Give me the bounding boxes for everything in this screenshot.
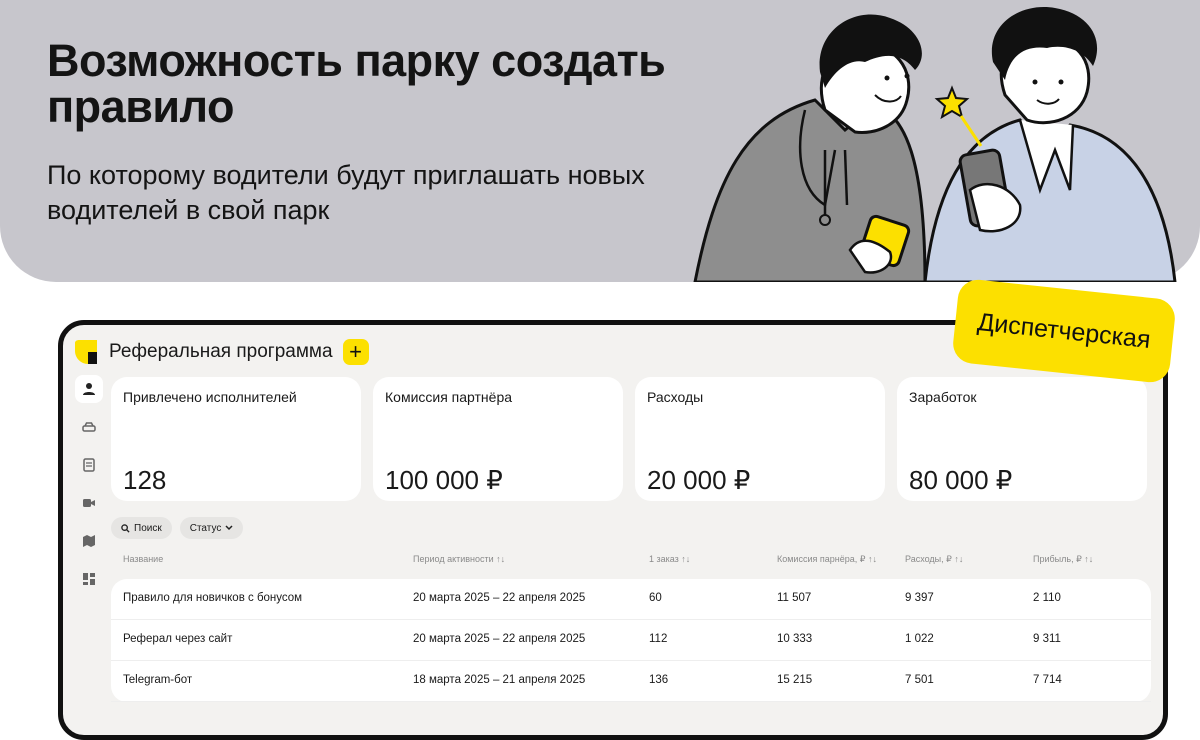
- cell-expenses: 1 022: [905, 633, 934, 645]
- sidebar-item-video[interactable]: [75, 489, 103, 517]
- two-people-with-phones-illustration: [693, 7, 1177, 282]
- stat-card-expenses: Расходы 20 000 ₽: [635, 377, 885, 501]
- status-filter-label: Статус: [189, 522, 222, 534]
- sidebar-item-dashboard[interactable]: [75, 565, 103, 593]
- user-icon: [83, 383, 95, 395]
- hero-banner: Возможность парку создать правило По кот…: [0, 0, 1200, 282]
- sidebar-item-cars[interactable]: [75, 413, 103, 441]
- filter-bar: Поиск Статус: [111, 517, 244, 539]
- stat-label: Расходы: [647, 389, 704, 405]
- document-icon: [83, 458, 95, 472]
- stat-value: 100 000 ₽: [385, 465, 503, 495]
- cell-commission: 11 507: [777, 592, 812, 604]
- column-header-period[interactable]: Период активности ↑↓: [413, 554, 505, 564]
- column-header-first-order[interactable]: 1 заказ ↑↓: [649, 554, 690, 564]
- stat-label: Привлечено исполнителей: [123, 389, 297, 405]
- cell-commission: 15 215: [777, 674, 813, 686]
- stat-label: Заработок: [909, 389, 977, 405]
- stat-card-commission: Комиссия партнёра 100 000 ₽: [373, 377, 623, 501]
- table-body: Правило для новичков с бонусом 20 марта …: [111, 579, 1151, 702]
- cell-commission: 10 333: [777, 633, 813, 645]
- table-row[interactable]: Правило для новичков с бонусом 20 марта …: [111, 579, 1151, 620]
- stat-card-recruited: Привлечено исполнителей 128: [111, 377, 361, 501]
- stat-card-earnings: Заработок 80 000 ₽: [897, 377, 1147, 501]
- car-icon: [82, 422, 96, 432]
- cell-profit: 7 714: [1033, 674, 1062, 686]
- cell-expenses: 7 501: [905, 674, 934, 686]
- hero-title: Возможность парку создать правило: [47, 35, 666, 132]
- cell-name: Реферал через сайт: [123, 633, 233, 645]
- column-header-name[interactable]: Название: [123, 554, 163, 564]
- cell-period: 20 марта 2025 – 22 апреля 2025: [413, 592, 586, 604]
- add-rule-button[interactable]: +: [342, 339, 369, 365]
- stat-value: 128: [123, 465, 167, 495]
- sidebar-item-map[interactable]: [75, 527, 103, 555]
- app-window: Реферальная программа + Привлечено испол…: [58, 320, 1168, 740]
- stat-value: 80 000 ₽: [909, 465, 1013, 495]
- dashboard-icon: [83, 573, 95, 585]
- sidebar: [75, 375, 105, 603]
- cell-name: Telegram-бот: [123, 674, 193, 686]
- cell-first-order: 60: [649, 592, 662, 604]
- cell-name: Правило для новичков с бонусом: [123, 592, 303, 604]
- cell-first-order: 112: [649, 633, 668, 645]
- stats-cards: Привлечено исполнителей 128 Комиссия пар…: [111, 377, 1147, 501]
- app-header: Реферальная программа +: [73, 335, 369, 369]
- column-header-expenses[interactable]: Расходы, ₽ ↑↓: [905, 554, 963, 565]
- cell-first-order: 136: [649, 674, 669, 686]
- stat-label: Комиссия партнёра: [385, 389, 513, 405]
- cell-period: 18 марта 2025 – 21 апреля 2025: [413, 674, 586, 686]
- cell-period: 20 марта 2025 – 22 апреля 2025: [413, 633, 586, 645]
- table-row[interactable]: Реферал через сайт 20 марта 2025 – 22 ап…: [111, 620, 1151, 661]
- cell-expenses: 9 397: [905, 592, 934, 604]
- cell-profit: 9 311: [1033, 633, 1061, 645]
- hero-subtitle: По которому водители будут приглашать но…: [47, 160, 645, 225]
- video-icon: [83, 499, 95, 507]
- stat-value: 20 000 ₽: [647, 465, 751, 495]
- cell-profit: 2 110: [1033, 592, 1061, 604]
- column-header-commission[interactable]: Комиссия парнёра, ₽ ↑↓: [777, 554, 877, 565]
- rules-table: Название Период активности ↑↓ 1 заказ ↑↓…: [111, 545, 1151, 702]
- chevron-down-icon: [225, 525, 233, 531]
- map-icon: [83, 535, 95, 547]
- status-filter-dropdown[interactable]: Статус: [179, 517, 244, 539]
- brand-logo-icon: [75, 340, 97, 364]
- search-button[interactable]: Поиск: [111, 517, 172, 539]
- search-icon: [121, 523, 130, 533]
- column-header-profit[interactable]: Прибыль, ₽ ↑↓: [1033, 554, 1093, 565]
- sidebar-item-documents[interactable]: [75, 451, 103, 479]
- sidebar-item-users[interactable]: [75, 375, 103, 403]
- table-header: Название Период активности ↑↓ 1 заказ ↑↓…: [111, 545, 1151, 579]
- page-title: Реферальная программа: [109, 341, 333, 362]
- search-label: Поиск: [134, 522, 162, 534]
